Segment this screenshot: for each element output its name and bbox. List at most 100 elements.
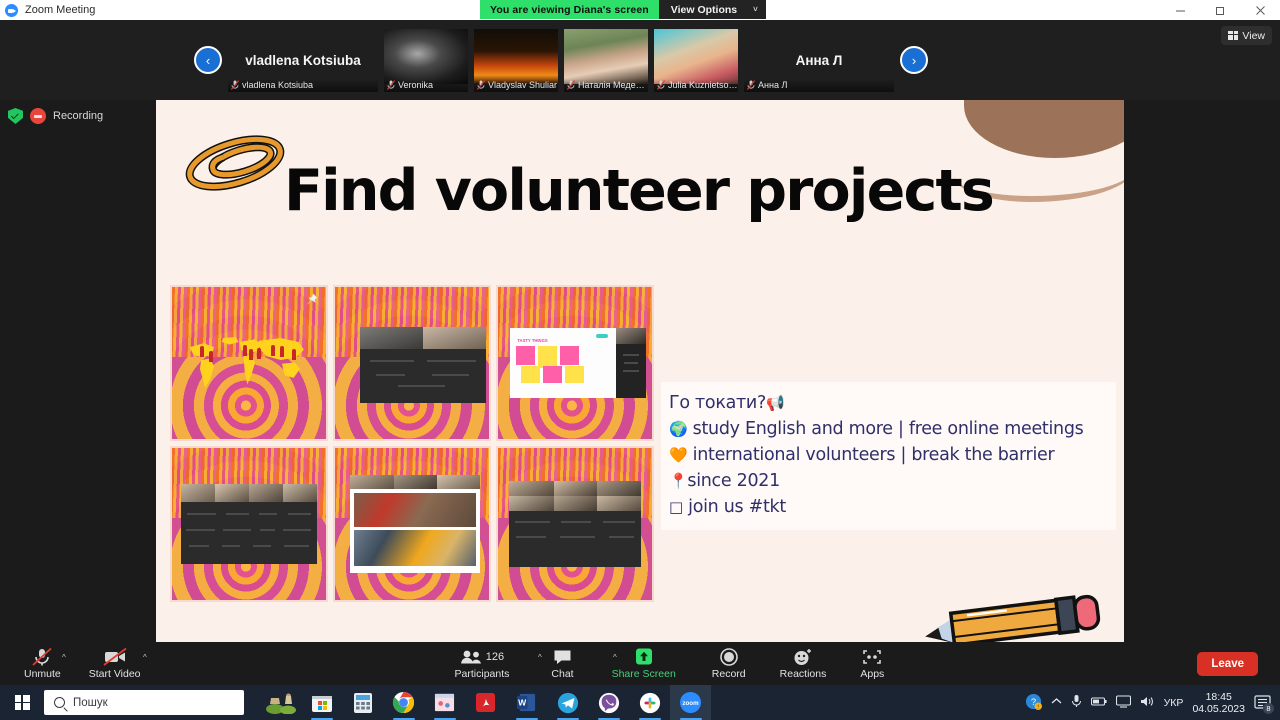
chat-bubble-icon xyxy=(553,648,572,666)
taskbar-app-telegram[interactable] xyxy=(547,685,588,720)
unmute-button[interactable]: Unmute xyxy=(24,642,61,685)
tile-label: Анна Л xyxy=(744,78,894,92)
notifications-icon[interactable]: 8 xyxy=(1254,694,1274,714)
line-text: since 2021 xyxy=(687,471,780,491)
description-line: 📍since 2021 xyxy=(669,468,1110,494)
participant-tile[interactable]: Наталія Медецька xyxy=(564,28,648,92)
sticky-note xyxy=(516,346,536,366)
location-pin-emoji: 📍 xyxy=(669,472,688,490)
start-video-button[interactable]: Start Video xyxy=(89,642,141,685)
microphone-muted-icon xyxy=(32,647,52,666)
show-hidden-icons-chevron[interactable] xyxy=(1051,697,1062,709)
telegram-icon xyxy=(557,692,578,713)
filmstrip-next-button[interactable]: › xyxy=(900,46,928,74)
gallery-item-zoom-two-people xyxy=(333,285,491,441)
line-text: study English and more | free online mee… xyxy=(692,419,1084,439)
video-off-icon xyxy=(103,647,127,666)
recording-indicator[interactable]: Recording xyxy=(8,108,103,124)
participant-tile[interactable]: Veronika xyxy=(384,28,468,92)
participant-name: vladlena Kotsiuba xyxy=(242,80,314,90)
gallery-row-bottom xyxy=(170,446,654,602)
taskbar-app-microsoft-word[interactable]: W xyxy=(506,685,547,720)
globe-emoji: 🌍 xyxy=(669,420,688,438)
participants-button[interactable]: 126 Participants xyxy=(455,642,509,685)
name-placeholder-area xyxy=(360,349,486,393)
record-dot-icon xyxy=(30,108,46,124)
start-button[interactable] xyxy=(0,685,44,720)
keyboard-language-indicator[interactable]: УКР xyxy=(1164,697,1184,709)
photo xyxy=(354,493,476,528)
volume-icon[interactable] xyxy=(1140,695,1155,711)
window-controls xyxy=(1160,0,1280,20)
filmstrip-prev-button[interactable]: ‹ xyxy=(194,46,222,74)
taskbar-app-adobe-reader[interactable] xyxy=(465,685,506,720)
taskbar-app-slack[interactable] xyxy=(629,685,670,720)
clock-time: 18:45 xyxy=(1205,690,1232,703)
clock[interactable]: 18:45 04.05.2023 xyxy=(1192,691,1245,715)
security-warning-icon[interactable]: ?! xyxy=(1025,693,1042,713)
pushpin-icon xyxy=(307,293,318,305)
clock-date: 04.05.2023 xyxy=(1192,702,1245,715)
participants-caret[interactable]: ^ xyxy=(538,653,542,662)
video-thumb xyxy=(422,326,486,349)
participant-name: Анна Л xyxy=(758,80,788,90)
participant-tile-active-speaker[interactable]: vladlena Kotsiuba vladlena Kotsiuba xyxy=(228,28,378,92)
close-icon[interactable] xyxy=(1240,0,1280,20)
participant-tile[interactable]: Julia Kuznietsova xyxy=(654,28,738,92)
microphone-icon[interactable] xyxy=(1071,694,1082,711)
video-thumb-row xyxy=(359,326,486,349)
audio-options-caret[interactable]: ^ xyxy=(62,653,66,662)
participant-name: Vladyslav Shuliar xyxy=(488,80,558,90)
sticky-note xyxy=(521,366,541,384)
svg-text:W: W xyxy=(518,697,527,707)
view-options-button[interactable]: View Options ˅ xyxy=(658,0,766,19)
gallery-item-zoom-gallery xyxy=(170,446,328,602)
view-options-label: View Options xyxy=(670,3,738,16)
mic-muted-icon xyxy=(747,80,755,90)
video-thumb xyxy=(437,475,480,490)
search-input[interactable]: Пошук xyxy=(44,690,244,715)
video-thumb xyxy=(597,496,642,512)
chat-button[interactable]: Chat xyxy=(551,642,574,685)
collage-screenshot xyxy=(350,475,480,573)
taskbar-app-paint[interactable] xyxy=(424,685,465,720)
leave-button[interactable]: Leave xyxy=(1197,651,1258,676)
view-button-label: View xyxy=(1242,29,1265,42)
taskbar-app-zoom[interactable]: zoom xyxy=(670,685,711,720)
share-screen-button[interactable]: Share Screen xyxy=(612,642,676,685)
reactions-button[interactable]: Reactions xyxy=(780,642,826,685)
video-options-caret[interactable]: ^ xyxy=(143,653,147,662)
zoom-screenshot xyxy=(359,326,486,403)
taskbar-app-viber[interactable] xyxy=(588,685,629,720)
record-button[interactable]: Record xyxy=(712,642,746,685)
apps-button[interactable]: Apps xyxy=(860,642,884,685)
gallery-item-photo-collage xyxy=(333,446,491,602)
taskbar-app-microsoft-store[interactable] xyxy=(301,685,342,720)
miro-board-title: TASTY THINGS xyxy=(517,338,548,344)
recording-label: Recording xyxy=(53,110,104,122)
network-display-icon[interactable] xyxy=(1115,694,1131,711)
video-thumb xyxy=(350,475,395,490)
battery-icon[interactable] xyxy=(1090,696,1107,710)
missing-glyph-box: □ xyxy=(669,498,683,516)
participant-display-name: Анна Л xyxy=(795,52,843,68)
maximize-icon[interactable] xyxy=(1200,0,1240,20)
participant-tile-name-only[interactable]: Анна Л Анна Л xyxy=(744,28,894,92)
video-thumb xyxy=(181,484,216,503)
smiley-reaction-icon xyxy=(793,648,813,666)
microsoft-store-icon xyxy=(311,695,332,712)
map-pin xyxy=(292,349,297,361)
view-layout-button[interactable]: View xyxy=(1221,26,1272,45)
participants-count: 126 xyxy=(485,650,505,663)
minimize-icon[interactable] xyxy=(1160,0,1200,20)
map-pin xyxy=(256,347,261,359)
participant-tile[interactable]: Vladyslav Shuliar xyxy=(474,28,558,92)
tile-label: vladlena Kotsiuba xyxy=(228,78,378,92)
taskbar-app-calculator[interactable] xyxy=(342,685,383,720)
video-thumb-row xyxy=(181,484,317,503)
adobe-reader-icon xyxy=(475,692,496,713)
gallery-item-world-map xyxy=(170,285,328,441)
unmute-label: Unmute xyxy=(24,667,61,680)
taskbar-app-google-chrome[interactable] xyxy=(383,685,424,720)
taskbar-app-windows-widget[interactable] xyxy=(260,685,301,720)
